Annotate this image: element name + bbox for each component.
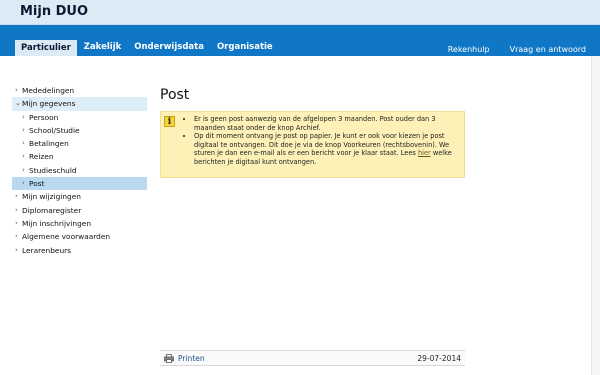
chevron-right-icon: › (15, 205, 18, 214)
chevron-right-icon: › (22, 165, 25, 174)
sidebar-item-lerarenbeurs[interactable]: › Lerarenbeurs (12, 244, 147, 257)
sidebar-item-mijn-gegevens[interactable]: ⌄ Mijn gegevens (12, 97, 147, 111)
sidebar-item-diplomaregister[interactable]: › Diplomaregister (12, 204, 147, 217)
chevron-right-icon: › (22, 139, 25, 148)
vertical-scrollbar[interactable] (591, 56, 600, 375)
sidebar-item-label: Lerarenbeurs (22, 245, 72, 255)
chevron-right-icon: › (22, 179, 25, 188)
sidebar-item-studieschuld[interactable]: › Studieschuld (12, 164, 147, 177)
sidebar-item-label: Algemene voorwaarden (22, 232, 111, 242)
chevron-right-icon: › (22, 125, 25, 134)
info-icon: i (164, 116, 175, 127)
print-label: Printen (178, 354, 205, 363)
chevron-right-icon: › (15, 245, 18, 254)
sidebar-item-label: Mededelingen (22, 86, 75, 95)
sidebar-item-persoon[interactable]: › Persoon (12, 111, 147, 124)
sidebar-item-label: School/Studie (29, 125, 80, 135)
rekenhulp-link[interactable]: Rekenhulp (448, 45, 490, 54)
printer-icon (164, 354, 174, 363)
sidebar-item-label: Post (29, 179, 45, 189)
vraag-en-antwoord-link[interactable]: Vraag en antwoord (510, 45, 586, 54)
app-title: Mijn DUO (20, 4, 89, 19)
chevron-right-icon: › (22, 112, 25, 121)
nav-utility-links: Rekenhulp Vraag en antwoord (428, 45, 586, 54)
chevron-right-icon: › (15, 192, 18, 201)
sidebar-item-reizen[interactable]: › Reizen (12, 150, 147, 163)
chevron-right-icon: › (15, 218, 18, 227)
sidebar-item-post[interactable]: › Post (12, 177, 147, 191)
sidebar-item-school-studie[interactable]: › School/Studie (12, 124, 147, 137)
notice-text: Op dit moment ontvang je post op papier.… (194, 132, 450, 158)
tab-organisatie[interactable]: Organisatie (211, 40, 279, 55)
nav-tabs: Particulier Zakelijk Onderwijsdata Organ… (15, 40, 280, 56)
hier-link[interactable]: hier (418, 149, 431, 157)
sidebar-item-label: Persoon (29, 112, 59, 122)
sidebar-item-label: Mijn inschrijvingen (22, 218, 92, 228)
sidebar-item-label: Mijn wijzigingen (22, 192, 81, 202)
sidebar-item-label: Diplomaregister (22, 205, 82, 215)
notice-item: Er is geen post aanwezig van de afgelope… (194, 115, 462, 132)
sidebar-item-mijn-inschrijvingen[interactable]: › Mijn inschrijvingen (12, 217, 147, 230)
content-footer: Printen 29-07-2014 (160, 350, 465, 366)
main-nav: Particulier Zakelijk Onderwijsdata Organ… (0, 25, 600, 56)
sidebar-item-mijn-wijzigingen[interactable]: › Mijn wijzigingen (12, 190, 147, 203)
chevron-right-icon: › (22, 152, 25, 161)
sidebar-item-betalingen[interactable]: › Betalingen (12, 137, 147, 150)
sidebar-item-algemene-voorwaarden[interactable]: › Algemene voorwaarden (12, 230, 147, 243)
chevron-down-icon: ⌄ (15, 99, 21, 108)
sidebar-item-mededelingen[interactable]: › Mededelingen (12, 84, 147, 97)
tab-zakelijk[interactable]: Zakelijk (78, 40, 127, 55)
sidebar: › Mededelingen ⌄ Mijn gegevens › Persoon… (12, 84, 147, 257)
top-header: Mijn DUO (0, 0, 600, 25)
notice-list: Er is geen post aanwezig van de afgelope… (185, 115, 462, 167)
chevron-right-icon: › (15, 232, 18, 241)
main-content: Post i Er is geen post aanwezig van de a… (160, 84, 465, 178)
print-button[interactable]: Printen (164, 354, 205, 363)
notice-item: Op dit moment ontvang je post op papier.… (194, 132, 462, 166)
sidebar-item-label: Studieschuld (29, 165, 77, 175)
chevron-right-icon: › (15, 86, 18, 94)
sidebar-item-label: Mijn gegevens (22, 99, 76, 109)
info-notice: i Er is geen post aanwezig van de afgelo… (160, 111, 465, 178)
page-title: Post (160, 87, 190, 103)
tab-onderwijsdata[interactable]: Onderwijsdata (128, 40, 210, 55)
sidebar-item-label: Betalingen (29, 139, 69, 149)
sidebar-item-label: Reizen (29, 152, 54, 162)
page-date: 29-07-2014 (417, 354, 461, 363)
tab-particulier[interactable]: Particulier (15, 40, 77, 56)
